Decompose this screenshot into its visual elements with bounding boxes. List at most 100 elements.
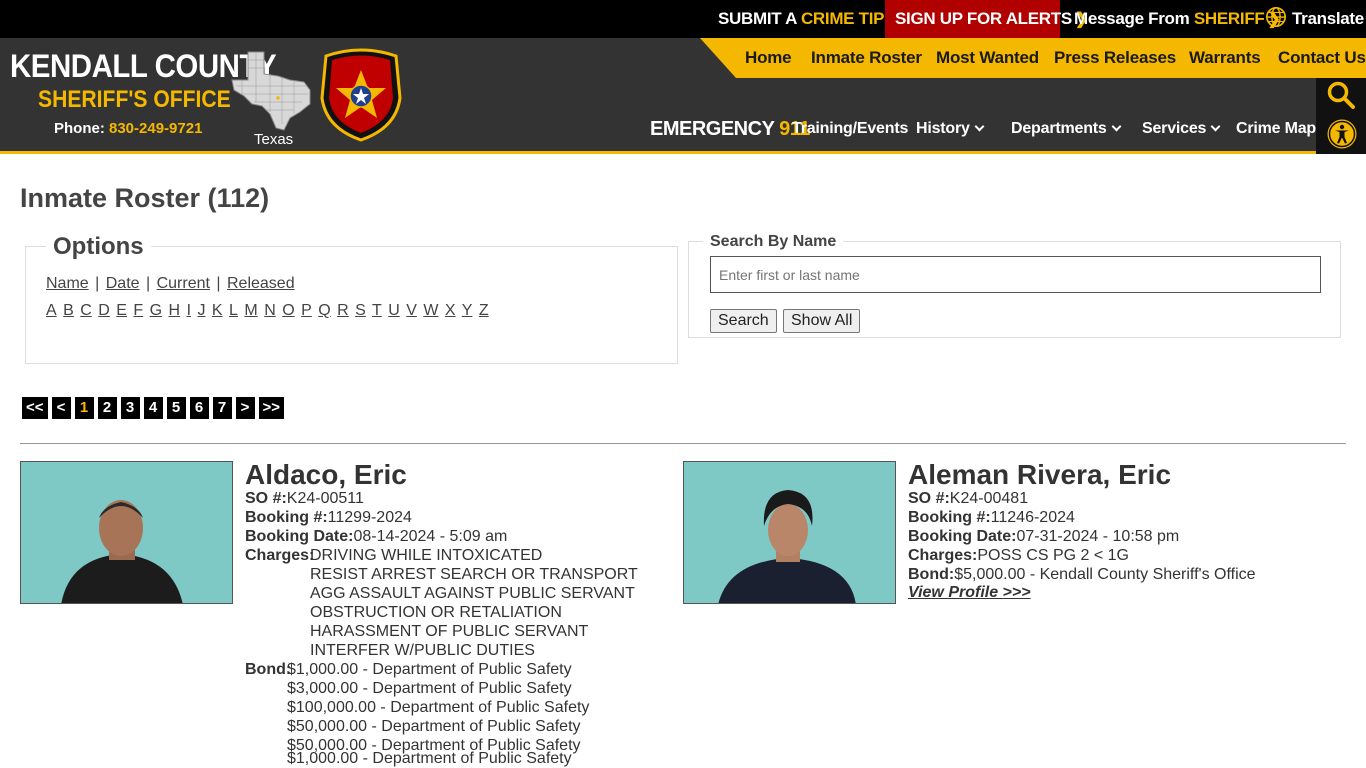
separator: | [211,275,225,292]
letter-filter-g[interactable]: G [150,302,162,319]
letter-filter-x[interactable]: X [445,302,456,319]
bond-item: $3,000.00 - Department of Public Safety [287,680,572,697]
letter-filter-j[interactable]: J [197,302,205,319]
nav-inmate-roster[interactable]: Inmate Roster [811,38,922,78]
letter-filter-u[interactable]: U [388,302,400,319]
booking-value: 11246-2024 [990,509,1075,526]
translate-button[interactable]: Translate [1265,0,1364,38]
pager-item[interactable]: << [22,397,48,419]
message-highlight: SHERIFF [1193,9,1265,28]
pager-item[interactable]: 2 [97,397,117,419]
phone-label: Phone: [54,120,109,137]
nav-crime-map[interactable]: Crime Map [1236,120,1316,138]
pager-item[interactable]: 1 [74,397,94,419]
booking-number: Booking #:11299-2024 [245,508,412,527]
sign-up-alerts-link[interactable]: SIGN UP FOR ALERTS ❯ [885,0,1088,38]
letter-filter-p[interactable]: P [301,302,312,319]
emergency-prefix: EMERGENCY [650,118,780,140]
date-value: 07-31-2024 - 10:58 pm [1016,528,1180,545]
message-from-sheriff-link[interactable]: Message From SHERIFF ❯ [1074,0,1281,38]
booking-date: Booking Date:08-14-2024 - 5:09 am [245,527,507,546]
letter-filter-s[interactable]: S [355,302,366,319]
booking-label: Booking #: [245,509,328,526]
charge-item: DRIVING WHILE INTOXICATED [310,547,543,564]
search-button[interactable]: Search [710,309,777,333]
texas-map-icon [231,51,311,131]
pager-item[interactable]: 7 [212,397,232,419]
inmate-photo[interactable] [683,461,896,604]
nav-home[interactable]: Home [745,38,792,78]
inmate-name[interactable]: Aleman Rivera, Eric [908,459,1171,491]
accessibility-icon[interactable] [1326,118,1358,150]
letter-filter-i[interactable]: I [187,302,191,319]
letter-filter-h[interactable]: H [169,302,181,319]
pager-item[interactable]: > [235,397,255,419]
texas-label: Texas [254,131,294,148]
bond-item: $50,000.00 - Department of Public Safety [287,718,581,735]
letter-filter-b[interactable]: B [63,302,74,319]
sort-by-name-link[interactable]: Name [46,275,89,292]
so-number: SO #:K24-00481 [908,489,1028,508]
nav-services[interactable]: Services [1142,120,1221,138]
letter-filter-v[interactable]: V [406,302,417,319]
filter-current-link[interactable]: Current [157,275,210,292]
letter-filter-f[interactable]: F [133,302,143,319]
letter-filter-l[interactable]: L [229,302,238,319]
inmate-name[interactable]: Aldaco, Eric [245,459,407,491]
charges-label-text: Charges: [908,547,978,564]
letter-filter-w[interactable]: W [423,302,438,319]
phone-number-link[interactable]: 830-249-9721 [109,120,202,137]
letter-filter-c[interactable]: C [80,302,92,319]
pager-item[interactable]: < [51,397,71,419]
letter-filter-m[interactable]: M [244,302,257,319]
globe-icon [1266,7,1286,27]
letter-filter-t[interactable]: T [372,302,382,319]
site-header: KENDALL COUNTY SHERIFF'S OFFICE Phone: 8… [0,38,1366,154]
so-label: SO #: [908,490,950,507]
options-panel: Options Name | Date | Current | Released… [25,233,678,364]
pager-item[interactable]: 6 [189,397,209,419]
chevron-down-icon [974,121,985,132]
charge-item: INTERFER W/PUBLIC DUTIES [310,642,535,659]
sort-by-date-link[interactable]: Date [106,275,140,292]
submit-crime-tip-link[interactable]: SUBMIT A CRIME TIP❯ [718,0,901,38]
nav-most-wanted[interactable]: Most Wanted [936,38,1039,78]
bond-item: $100,000.00 - Department of Public Safet… [287,699,590,716]
separator: | [90,275,104,292]
letter-filter-d[interactable]: D [98,302,110,319]
person-silhouette-icon [21,462,232,603]
emergency-911-link[interactable]: EMERGENCY 911 [650,118,810,141]
view-profile-link[interactable]: View Profile >>> [908,584,1031,602]
so-value: K24-00481 [949,490,1029,507]
letter-filter-q[interactable]: Q [318,302,330,319]
letter-filter-a[interactable]: A [46,302,57,319]
name-search-input[interactable] [710,256,1321,293]
nav-contact-us[interactable]: Contact Us [1278,38,1366,78]
nav-press-releases[interactable]: Press Releases [1054,38,1176,78]
pager-item[interactable]: >> [258,397,285,419]
nav-training-events[interactable]: Training/Events [792,120,908,138]
filter-released-link[interactable]: Released [227,275,295,292]
sort-links: Name | Date | Current | Released [46,275,295,293]
letter-filter-z[interactable]: Z [479,302,489,319]
nav-departments[interactable]: Departments [1011,120,1122,138]
inmate-photo[interactable] [20,461,233,604]
search-legend: Search By Name [703,233,844,251]
pager-item[interactable]: 4 [143,397,163,419]
alerts-label: SIGN UP FOR ALERTS [895,9,1072,28]
nav-history[interactable]: History [916,120,985,138]
letter-filter-n[interactable]: N [264,302,276,319]
letter-filter-k[interactable]: K [212,302,223,319]
chevron-down-icon [1210,121,1221,132]
person-silhouette-icon [684,462,895,603]
pager-item[interactable]: 5 [166,397,186,419]
nav-warrants[interactable]: Warrants [1189,38,1261,78]
letter-filter-o[interactable]: O [282,302,294,319]
pager-item[interactable]: 3 [120,397,140,419]
letter-filter-y[interactable]: Y [462,302,473,319]
chevron-down-icon [1111,121,1122,132]
search-icon[interactable] [1326,80,1356,110]
letter-filter-r[interactable]: R [337,302,349,319]
letter-filter-e[interactable]: E [116,302,127,319]
show-all-button[interactable]: Show All [783,309,861,333]
